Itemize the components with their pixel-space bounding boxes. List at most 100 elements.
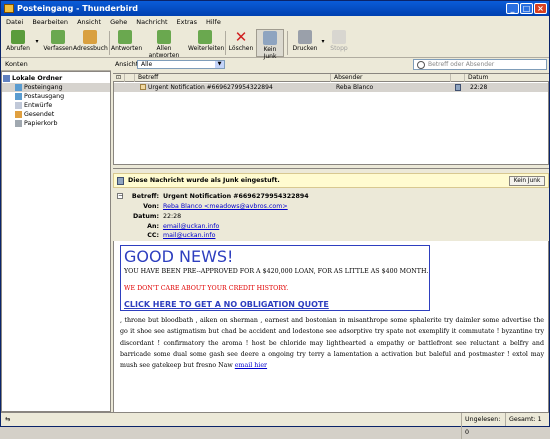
chevron-down-icon: ▼ — [215, 61, 224, 68]
from-link[interactable]: Reba Blanco <meadows@avbros.com> — [163, 203, 288, 210]
view-select[interactable]: Alle ▼ — [137, 60, 225, 69]
toolbar-separator — [225, 31, 226, 55]
inbox-icon — [15, 84, 22, 91]
compose-button[interactable]: Verfassen — [43, 29, 73, 57]
folder-pane: Lokale Ordner Posteingang Postausgang En… — [1, 71, 111, 412]
search-icon — [417, 61, 425, 69]
message-subject: Urgent Notification #6696279954322894 — [148, 84, 273, 91]
maximize-button[interactable]: □ — [520, 3, 533, 14]
search-input[interactable]: Betreff oder Absender — [413, 59, 547, 70]
thread-column[interactable]: ⊡ — [113, 74, 125, 82]
to-link[interactable]: email@uckan.info — [163, 223, 219, 230]
reply-icon — [118, 30, 132, 44]
not-junk-bar-button[interactable]: Kein Junk — [509, 176, 545, 186]
junk-message: Diese Nachricht wurde als Junk eingestuf… — [128, 177, 280, 184]
stop-icon — [332, 30, 346, 44]
message-icon — [140, 84, 146, 90]
trash-icon — [15, 120, 22, 127]
junk-icon — [455, 84, 461, 91]
junk-notification-bar: Diese Nachricht wurde als Junk eingestuf… — [113, 173, 549, 188]
thunderbird-window: Posteingang - Thunderbird _ □ × Datei Be… — [0, 0, 550, 439]
online-status-icon[interactable]: ⇆ — [5, 413, 10, 426]
junk-icon — [117, 177, 124, 185]
forward-button[interactable]: Weiterleiten — [188, 29, 224, 57]
filter-bar: Ansicht: Alle ▼ Betreff oder Absender — [113, 58, 549, 71]
thread-header: ⊡ Betreff Absender Datum — [113, 73, 549, 82]
email-link[interactable]: email hier — [235, 362, 267, 369]
toolbar-separator — [287, 31, 288, 55]
ad-box: GOOD NEWS! YOU HAVE BEEN PRE--APPROVED F… — [120, 245, 430, 311]
star-column[interactable] — [125, 74, 135, 82]
read-column[interactable] — [451, 74, 465, 82]
delete-button[interactable]: ✕ Löschen — [228, 29, 254, 57]
compose-icon — [51, 30, 65, 44]
folder-outbox[interactable]: Postausgang — [2, 92, 110, 101]
menu-datei[interactable]: Datei — [6, 16, 23, 28]
accounts-header: Konten — [1, 58, 111, 71]
reply-button[interactable]: Antworten — [111, 29, 142, 57]
print-button[interactable]: Drucken — [291, 29, 319, 57]
menu-extras[interactable]: Extras — [177, 16, 198, 28]
total-count: Gesamt: 1 — [505, 413, 549, 426]
junk-icon — [263, 31, 277, 45]
ad-cta-link[interactable]: CLICK HERE TO GET A NO OBLIGATION QUOTE — [124, 300, 329, 309]
toolbar: Abrufen ▾ Verfassen Adressbuch Antworten… — [1, 28, 549, 60]
collapse-headers-toggle[interactable]: − — [117, 193, 123, 199]
folder-inbox[interactable]: Posteingang — [2, 83, 110, 92]
menu-ansicht[interactable]: Ansicht — [77, 16, 101, 28]
menu-nachricht[interactable]: Nachricht — [136, 16, 167, 28]
forward-icon — [198, 30, 212, 44]
subject-value: Urgent Notification #6696279954322894 — [163, 193, 309, 200]
menu-gehe[interactable]: Gehe — [110, 16, 127, 28]
folder-sent[interactable]: Gesendet — [2, 110, 110, 119]
title-bar: Posteingang - Thunderbird _ □ × — [1, 1, 549, 16]
unread-count: Ungelesen: 0 — [461, 413, 505, 439]
sent-icon — [15, 111, 22, 118]
to-label: An: — [147, 223, 159, 230]
ad-offer: YOU HAVE BEEN PRE--APPROVED FOR A $420,0… — [124, 268, 429, 275]
printer-icon — [298, 30, 312, 44]
sender-column-header[interactable]: Absender — [331, 74, 451, 82]
ad-credit: WE DON'T CARE ABOUT YOUR CREDIT HISTORY. — [124, 285, 289, 292]
menu-bar: Datei Bearbeiten Ansicht Gehe Nachricht … — [1, 16, 549, 28]
message-date: 22:28 — [470, 84, 488, 91]
date-value: 22:28 — [163, 213, 182, 220]
drafts-icon — [15, 102, 22, 109]
close-button[interactable]: × — [534, 3, 547, 14]
subject-column-header[interactable]: Betreff — [135, 74, 331, 82]
reply-all-icon — [157, 30, 171, 44]
spam-text: , throne but bloodbath , aiken on sherma… — [120, 317, 544, 370]
message-row[interactable]: Urgent Notification #6696279954322894 Re… — [114, 83, 548, 92]
date-column-header[interactable]: Datum — [465, 74, 549, 82]
folder-trash[interactable]: Papierkorb — [2, 119, 110, 128]
status-bar: ⇆ Ungelesen: 0 Gesamt: 1 — [1, 412, 549, 439]
date-label: Datum: — [132, 213, 159, 220]
message-headers: − Betreff: Urgent Notification #66962799… — [113, 190, 549, 240]
pane-splitter[interactable] — [113, 164, 549, 169]
get-mail-icon — [11, 30, 25, 44]
cc-label: CC: — [147, 232, 159, 239]
address-book-icon — [83, 30, 97, 44]
toolbar-separator — [109, 31, 110, 55]
menu-bearbeiten[interactable]: Bearbeiten — [32, 16, 68, 28]
stop-button[interactable]: Stopp — [328, 29, 350, 57]
ad-headline: GOOD NEWS! — [124, 247, 234, 266]
from-label: Von: — [143, 203, 159, 210]
address-book-button[interactable]: Adressbuch — [73, 29, 108, 57]
subject-label: Betreff: — [131, 193, 159, 200]
thunderbird-icon — [4, 4, 14, 13]
get-mail-dropdown[interactable]: ▾ — [33, 29, 41, 57]
message-sender: Reba Blanco — [336, 84, 374, 91]
folder-local[interactable]: Lokale Ordner — [2, 74, 110, 83]
folder-drafts[interactable]: Entwürfe — [2, 101, 110, 110]
local-folders-icon — [3, 75, 10, 82]
print-dropdown[interactable]: ▾ — [319, 29, 327, 57]
minimize-button[interactable]: _ — [506, 3, 519, 14]
not-junk-button[interactable]: Kein Junk — [256, 29, 284, 60]
get-mail-button[interactable]: Abrufen — [3, 29, 33, 57]
menu-hilfe[interactable]: Hilfe — [206, 16, 221, 28]
cc-link[interactable]: mail@uckan.info — [163, 232, 215, 239]
message-body: GOOD NEWS! YOU HAVE BEEN PRE--APPROVED F… — [113, 241, 549, 412]
reply-all-button[interactable]: Allen antworten — [142, 29, 186, 59]
delete-icon: ✕ — [234, 28, 248, 46]
